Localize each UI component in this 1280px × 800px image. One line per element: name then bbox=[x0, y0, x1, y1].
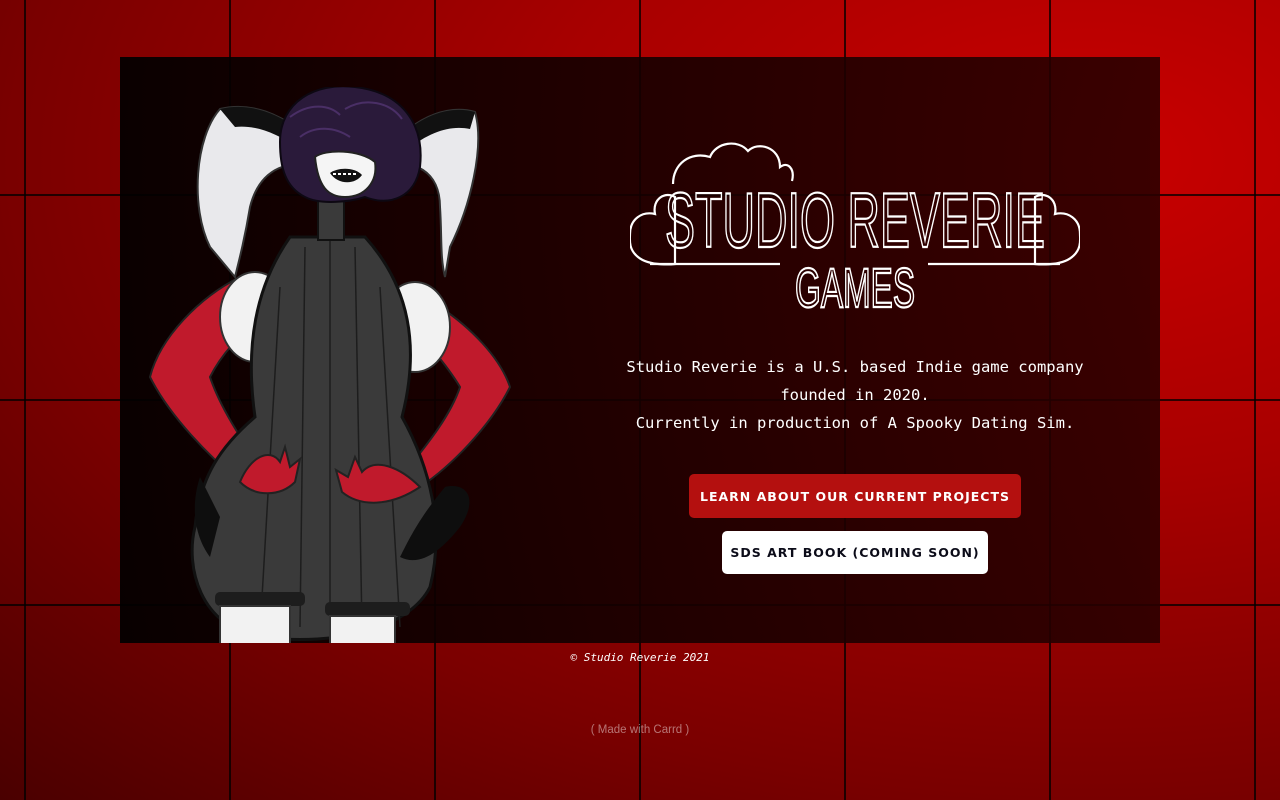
copyright-text: © Studio Reverie 2021 bbox=[570, 651, 710, 664]
made-with-carrd-link[interactable]: ( Made with Carrd ) bbox=[0, 724, 1280, 736]
company-description: Studio Reverie is a U.S. based Indie gam… bbox=[620, 353, 1090, 437]
studio-reverie-logo: STUDIO REVERIE GAMES bbox=[630, 142, 1080, 314]
description-line-2: founded in 2020. bbox=[780, 386, 930, 404]
description-line-1: Studio Reverie is a U.S. based Indie gam… bbox=[626, 358, 1084, 376]
intro-column: STUDIO REVERIE GAMES Studio Reverie is a… bbox=[620, 57, 1090, 643]
current-projects-button[interactable]: Learn about our current projects bbox=[689, 474, 1021, 518]
logo-title-text: STUDIO REVERIE bbox=[665, 176, 1045, 264]
character-illustration bbox=[148, 87, 512, 643]
hero-card: STUDIO REVERIE GAMES Studio Reverie is a… bbox=[120, 57, 1160, 643]
art-book-button[interactable]: SDS Art Book (Coming Soon) bbox=[722, 531, 988, 574]
description-line-3: Currently in production of A Spooky Dati… bbox=[635, 414, 1075, 432]
logo-subtitle-text: GAMES bbox=[795, 256, 915, 314]
